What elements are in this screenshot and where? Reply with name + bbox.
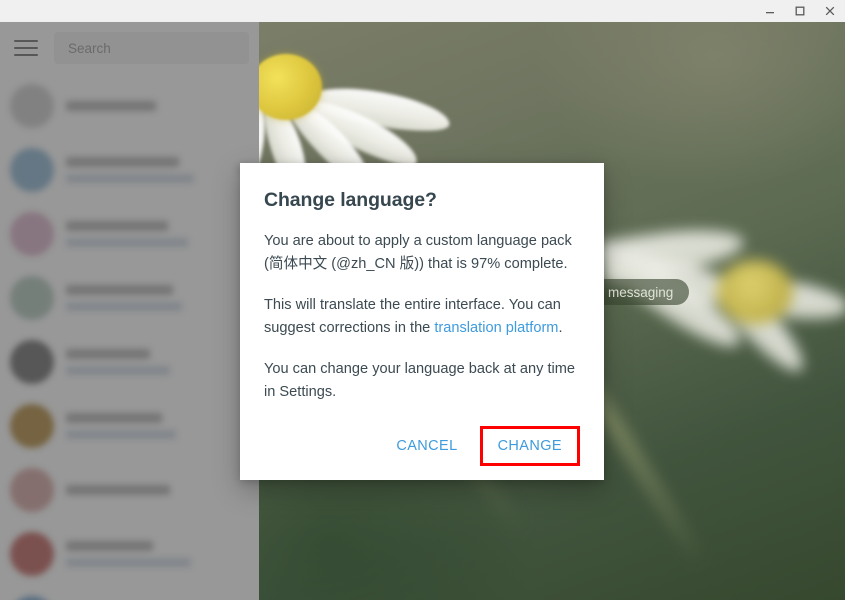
dialog-actions: CANCEL CHANGE: [264, 424, 580, 466]
change-language-dialog: Change language? You are about to apply …: [240, 163, 604, 480]
translation-platform-link[interactable]: translation platform: [434, 320, 558, 336]
minimize-button[interactable]: [755, 0, 785, 22]
message-chip[interactable]: messaging: [592, 279, 690, 305]
dialog-paragraph-1: You are about to apply a custom language…: [264, 230, 580, 276]
maximize-icon: [795, 6, 805, 16]
paragraph-2-part-b: .: [558, 320, 563, 336]
dialog-paragraph-2: This will translate the entire interface…: [264, 294, 580, 340]
maximize-button[interactable]: [785, 0, 815, 22]
change-button-highlight: CHANGE: [479, 426, 580, 466]
close-icon: [825, 6, 835, 16]
window-body: messaging Search 3241 Change language?: [0, 22, 845, 600]
flower-center: [717, 260, 793, 324]
message-chip-label: messaging: [608, 284, 674, 300]
daisy-flower-right: [589, 142, 845, 382]
minimize-icon: [766, 12, 774, 14]
dialog-paragraph-3: You can change your language back at any…: [264, 361, 576, 400]
modal-scrim[interactable]: [0, 22, 259, 600]
change-button[interactable]: CHANGE: [492, 435, 568, 457]
cancel-button[interactable]: CANCEL: [384, 429, 469, 463]
language-pack-name: 简体中文 (@zh_CN 版): [268, 256, 420, 272]
title-bar: [0, 0, 845, 22]
dialog-title: Change language?: [264, 189, 437, 211]
close-button[interactable]: [815, 0, 845, 22]
paragraph-1-part-c: ) that is 97% complete.: [419, 256, 568, 272]
app-window: messaging Search 3241 Change language?: [0, 0, 845, 600]
